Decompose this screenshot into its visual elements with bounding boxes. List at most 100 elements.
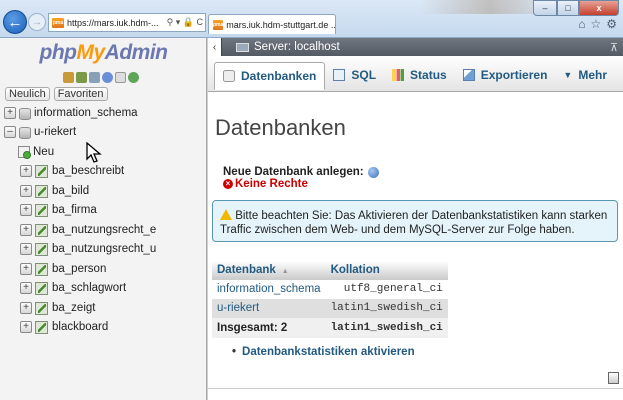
- column-header-database[interactable]: Datenbank ▲: [212, 261, 326, 280]
- database-link[interactable]: information_schema: [217, 283, 321, 295]
- tab-more[interactable]: ▼ Mehr: [555, 64, 615, 86]
- no-rights-text: Keine Rechte: [235, 178, 308, 190]
- address-bar[interactable]: pma https://mars.iuk.hdm-... ⚲ ▾ 🔒 C: [48, 13, 206, 32]
- maximize-button[interactable]: □: [557, 0, 579, 16]
- tab-favicon: pma: [213, 19, 224, 30]
- expand-icon[interactable]: +: [20, 321, 32, 334]
- tree-label[interactable]: information_schema: [34, 107, 138, 119]
- enable-statistics-link[interactable]: Datenbankstatistiken aktivieren: [242, 346, 415, 358]
- address-tools-icon[interactable]: ⚲ ▾ 🔒 C: [167, 17, 205, 28]
- total-label: Insgesamt: 2: [212, 318, 326, 338]
- tree-item-table[interactable]: + ba_person: [2, 259, 205, 279]
- tree-item-new-table[interactable]: Neu: [2, 142, 205, 162]
- database-icon: [223, 70, 235, 82]
- tree-item-table[interactable]: + ba_nutzungsrecht_u: [2, 240, 205, 260]
- export-icon: [462, 69, 475, 81]
- logout-icon[interactable]: [76, 72, 87, 83]
- server-link[interactable]: Server: localhost: [254, 41, 340, 53]
- tree-label[interactable]: ba_person: [52, 263, 106, 275]
- collapse-nav-icon[interactable]: ‹: [208, 38, 222, 56]
- tree-item-information-schema[interactable]: + information_schema: [2, 103, 205, 123]
- sql-icon: [333, 69, 346, 81]
- expand-icon[interactable]: +: [20, 204, 32, 217]
- tab-label: Mehr: [578, 68, 607, 82]
- tab-databases[interactable]: Datenbanken: [214, 62, 326, 90]
- collapse-icon[interactable]: –: [4, 126, 16, 139]
- docs-icon[interactable]: [102, 72, 113, 83]
- forward-button[interactable]: →: [28, 13, 46, 31]
- tree-label[interactable]: blackboard: [52, 321, 108, 333]
- window-controls: – □ x: [533, 0, 619, 16]
- tab-export[interactable]: Exportieren: [455, 64, 556, 86]
- enable-statistics-item: • Datenbankstatistiken aktivieren: [232, 346, 415, 358]
- close-window-button[interactable]: x: [579, 0, 619, 16]
- server-icon: [236, 42, 249, 52]
- tree-item-table[interactable]: + ba_beschreibt: [2, 162, 205, 182]
- expand-icon[interactable]: +: [20, 282, 32, 295]
- expand-icon[interactable]: +: [20, 184, 32, 197]
- error-icon: ×: [223, 179, 233, 189]
- table-header-row: Datenbank ▲ Kollation: [212, 261, 448, 280]
- browser-tab[interactable]: pma mars.iuk.hdm-stuttgart.de ... ×: [208, 14, 336, 34]
- total-collation: latin1_swedish_ci: [325, 318, 448, 338]
- tree-label[interactable]: ba_bild: [52, 185, 89, 197]
- mouse-cursor-icon: [86, 142, 102, 163]
- table-icon: [35, 204, 48, 218]
- table-icon: [35, 223, 48, 237]
- favorites-star-icon[interactable]: ☆: [590, 17, 601, 31]
- tree-item-table[interactable]: + ba_schlagwort: [2, 279, 205, 299]
- table-icon: [35, 262, 48, 276]
- tab-title: mars.iuk.hdm-stuttgart.de ...: [226, 19, 336, 30]
- settings-gear-icon[interactable]: ⚙: [606, 17, 617, 31]
- expand-icon[interactable]: +: [20, 223, 32, 236]
- back-button[interactable]: ←: [3, 10, 27, 34]
- tab-sql[interactable]: SQL: [325, 64, 384, 86]
- tree-label[interactable]: ba_beschreibt: [52, 165, 124, 177]
- console-icon[interactable]: [608, 372, 619, 384]
- tree-label[interactable]: ba_firma: [52, 204, 97, 216]
- home-icon[interactable]: [63, 72, 74, 83]
- tab-status[interactable]: Status: [384, 64, 455, 86]
- reload-icon[interactable]: [128, 72, 139, 83]
- tree-label[interactable]: Neu: [33, 146, 54, 158]
- tree-item-table[interactable]: + ba_zeigt: [2, 298, 205, 318]
- tree-label[interactable]: ba_nutzungsrecht_u: [52, 243, 156, 255]
- database-cell: information_schema: [212, 279, 326, 299]
- status-icon: [392, 69, 405, 81]
- table-icon: [35, 282, 48, 296]
- nav-quick-icons: [63, 72, 139, 83]
- chevron-down-icon: ▼: [563, 70, 573, 80]
- tree-item-table[interactable]: + ba_nutzungsrecht_e: [2, 220, 205, 240]
- tree-label[interactable]: ba_schlagwort: [52, 282, 126, 294]
- recent-button[interactable]: Neulich: [5, 87, 50, 101]
- sort-ascending-icon: ▲: [281, 267, 289, 275]
- help-icon[interactable]: [367, 166, 379, 178]
- tree-item-u-riekert[interactable]: – u-riekert: [2, 123, 205, 143]
- column-header-collation[interactable]: Kollation: [325, 261, 448, 280]
- expand-icon[interactable]: +: [20, 243, 32, 256]
- tree-label[interactable]: ba_zeigt: [52, 302, 95, 314]
- table-icon: [35, 301, 48, 315]
- tree-item-table[interactable]: + blackboard: [2, 318, 205, 338]
- minimize-button[interactable]: –: [533, 0, 557, 16]
- tab-label: SQL: [351, 68, 377, 82]
- tree-label[interactable]: u-riekert: [34, 126, 76, 138]
- favorites-button[interactable]: Favoriten: [53, 87, 108, 101]
- new-table-icon: [18, 145, 31, 159]
- pin-icon[interactable]: ⊼: [610, 41, 618, 54]
- home-icon[interactable]: ⌂: [578, 17, 585, 31]
- expand-icon[interactable]: +: [20, 262, 32, 275]
- database-icon: [19, 107, 31, 120]
- expand-icon[interactable]: +: [20, 301, 32, 314]
- phpmyadmin-logo[interactable]: phpMyAdmin: [0, 41, 207, 65]
- database-tree: + information_schema – u-riekert Neu + b…: [2, 103, 205, 337]
- page-icon[interactable]: [115, 72, 126, 83]
- tree-item-table[interactable]: + ba_firma: [2, 201, 205, 221]
- tree-label[interactable]: ba_nutzungsrecht_e: [52, 224, 156, 236]
- expand-icon[interactable]: +: [20, 165, 32, 178]
- tree-item-table[interactable]: + ba_bild: [2, 181, 205, 201]
- query-window-icon[interactable]: [89, 72, 100, 83]
- expand-icon[interactable]: +: [4, 106, 16, 119]
- forward-arrow-icon: →: [32, 16, 42, 28]
- database-link[interactable]: u-riekert: [217, 302, 259, 314]
